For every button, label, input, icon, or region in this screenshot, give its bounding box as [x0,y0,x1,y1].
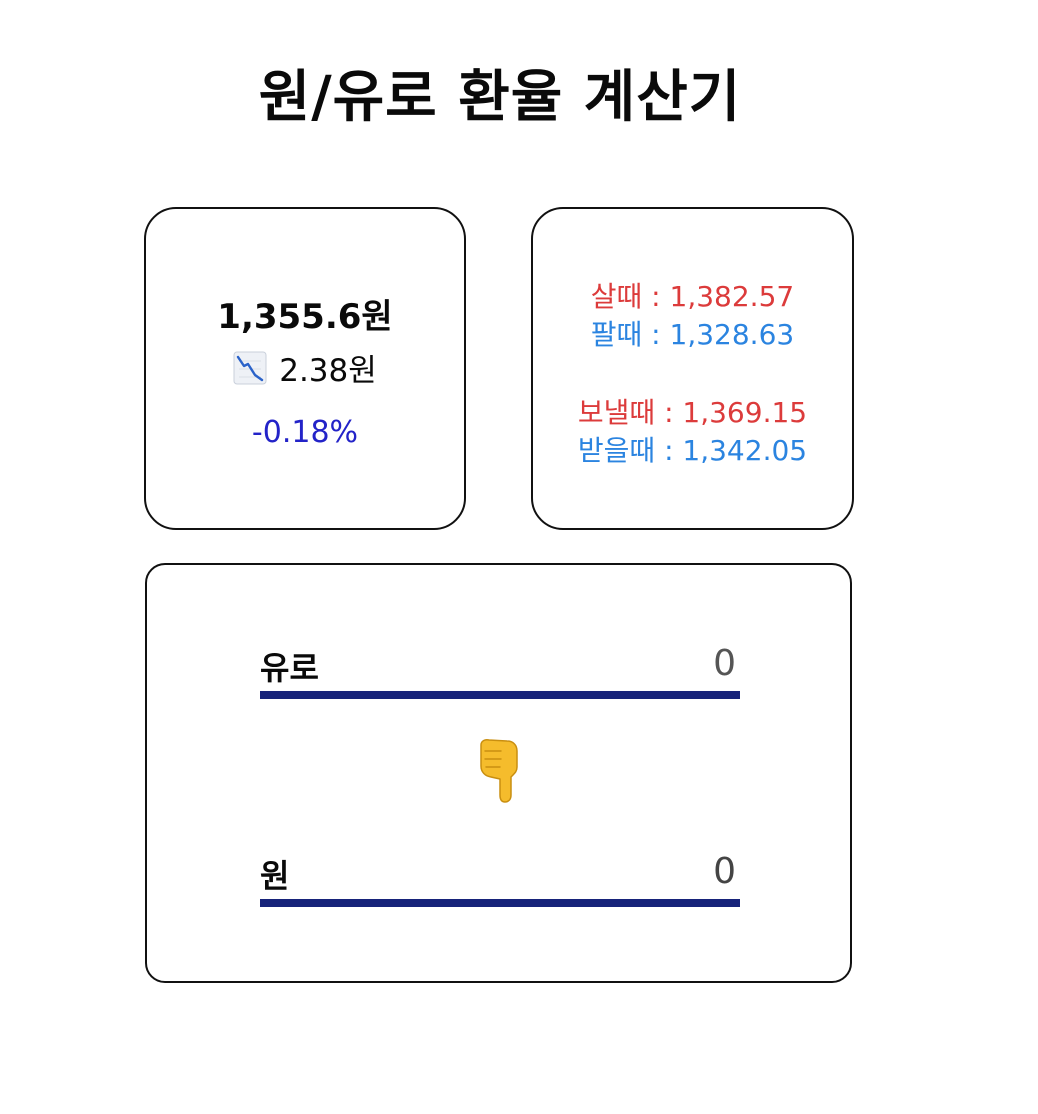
rate-change: 2.38원 [146,345,464,390]
send-rate: 보낼때 : 1,369.15 [577,396,808,429]
exchange-rate-card: 1,355.6원 2.38원 -0.18% [144,207,466,530]
converter-card: 유로 0 원 0 [145,563,852,983]
won-label: 원 [260,857,290,895]
euro-underline [260,691,740,699]
rate-change-value: 2.38원 [279,353,377,389]
euro-label: 유로 [260,649,319,687]
current-rate: 1,355.6원 [217,297,393,337]
page-title: 원/유로 환율 계산기 [258,65,742,130]
buy-rate: 살때 : 1,382.57 [590,280,795,313]
spread-card: 살때 : 1,382.57 팔때 : 1,328.63 보낼때 : 1,369.… [531,207,854,530]
sell-rate: 팔때 : 1,328.63 [590,318,795,351]
won-underline [260,899,740,907]
won-input[interactable]: 0 [713,851,736,892]
pointing-down-hand-icon [480,739,518,803]
euro-input[interactable]: 0 [713,643,736,684]
rate-change-percent: -0.18% [251,415,359,450]
receive-rate: 받을때 : 1,342.05 [577,434,808,467]
euro-field[interactable]: 유로 0 [260,643,740,703]
chart-decreasing-icon [233,351,267,385]
won-field[interactable]: 원 0 [260,851,740,911]
